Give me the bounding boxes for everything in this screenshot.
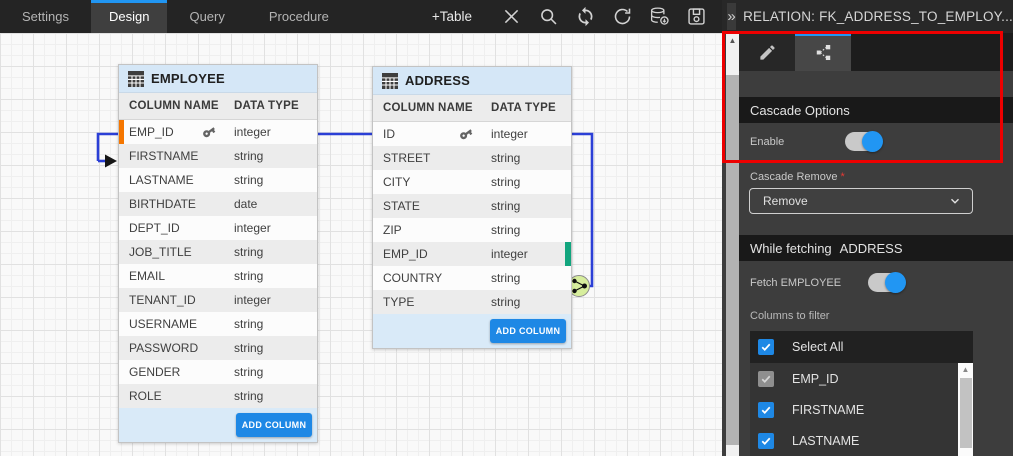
panel-collapse-button[interactable]: » [727,3,736,30]
select-all-row[interactable]: Select All [750,331,973,363]
enable-label: Enable [750,136,784,148]
table-row[interactable]: EMAILstring [119,264,317,288]
table-row-fk-emp-id[interactable]: EMP_ID integer [373,242,571,266]
table-row[interactable]: BIRTHDATEdate [119,192,317,216]
table-row[interactable]: STATEstring [373,194,571,218]
toolbar: +Table [432,0,722,33]
entity-title: EMPLOYEE [151,71,225,86]
relation-title: RELATION: FK_ADDRESS_TO_EMPLOY... [743,9,1013,24]
tab-relation-settings[interactable] [795,33,851,71]
tab-edit-relation[interactable] [739,33,795,71]
pk-row-marker [119,120,124,144]
entity-employee[interactable]: EMPLOYEE COLUMN NAME DATA TYPE EMP_ID in… [118,64,318,443]
add-column-button[interactable]: ADD COLUMN [490,319,566,343]
table-row[interactable]: ROLEstring [119,384,317,408]
cascade-remove-select[interactable]: Remove [749,188,973,214]
add-table-button[interactable]: +Table [432,9,472,24]
table-row[interactable]: PASSWORDstring [119,336,317,360]
properties-panel: » RELATION: FK_ADDRESS_TO_EMPLOY... ▲ [722,0,1013,456]
table-row[interactable]: ZIPstring [373,218,571,242]
diagram-canvas[interactable] [0,33,727,456]
entity-address-header[interactable]: ADDRESS [373,67,571,95]
save-icon[interactable] [684,5,708,29]
app-window: Settings Design Query Procedure +Table [0,0,1013,456]
tab-settings[interactable]: Settings [0,0,91,33]
cascade-remove-label: Cascade Remove * [750,171,845,183]
close-icon[interactable] [499,5,523,29]
panel-titlebar: » RELATION: FK_ADDRESS_TO_EMPLOY... [722,0,1013,33]
checkbox-disabled-icon [758,371,774,387]
scrollbar-thumb[interactable] [960,378,972,448]
filter-item-lastname[interactable]: LASTNAME [750,425,973,456]
filter-list-scrollbar[interactable]: ▲ [958,363,973,456]
column-header-row: COLUMN NAME DATA TYPE [373,95,571,122]
export-database-icon[interactable] [647,5,671,29]
relation-connector-line[interactable] [0,33,727,456]
cascade-enable-toggle[interactable] [845,132,882,151]
table-icon [128,71,144,87]
tab-procedure[interactable]: Procedure [247,0,351,33]
entity-employee-header[interactable]: EMPLOYEE [119,65,317,93]
table-row[interactable]: DEPT_IDinteger [119,216,317,240]
columns-filter-list: Select All EMP_ID FIRSTNAME LASTNAME [750,331,973,456]
primary-key-icon [199,122,219,142]
panel-scrollbar[interactable]: ▲ [726,33,739,456]
table-row-emp-id[interactable]: EMP_ID integer [119,120,317,144]
entity-address[interactable]: ADDRESS COLUMN NAME DATA TYPE ID integer… [372,66,572,349]
primary-key-icon [456,124,476,144]
fk-row-marker [565,242,571,266]
fetch-employee-toggle[interactable] [868,273,905,292]
refresh-icon[interactable] [610,5,634,29]
table-icon [382,73,398,89]
table-row[interactable]: JOB_TITLEstring [119,240,317,264]
table-row[interactable]: STREETstring [373,146,571,170]
table-row[interactable]: TYPEstring [373,290,571,314]
search-icon[interactable] [536,5,560,29]
column-header-row: COLUMN NAME DATA TYPE [119,93,317,120]
table-row[interactable]: TENANT_IDinteger [119,288,317,312]
add-column-button[interactable]: ADD COLUMN [236,413,312,437]
filter-item-firstname[interactable]: FIRSTNAME [750,394,973,425]
top-menu-bar: Settings Design Query Procedure +Table [0,0,722,33]
scroll-up-icon[interactable]: ▲ [958,363,973,376]
panel-tabs [739,33,1013,71]
checkbox-checked-icon[interactable] [758,402,774,418]
checkbox-checked-icon[interactable] [758,433,774,449]
while-fetching-header: While fetching ADDRESS [739,235,1013,261]
relation-icon [814,43,833,62]
entity-footer: ADD COLUMN [373,314,571,348]
columns-to-filter-label: Columns to filter [750,310,829,322]
checkbox-checked-icon[interactable] [758,339,774,355]
table-row[interactable]: GENDERstring [119,360,317,384]
sync-icon[interactable] [573,5,597,29]
required-asterisk: * [841,171,845,183]
entity-title: ADDRESS [405,73,470,88]
panel-body: Cascade Options Enable Cascade Remove * … [739,33,1013,456]
relation-arrowhead-icon [105,155,117,168]
chevron-down-icon [948,194,962,208]
entity-footer: ADD COLUMN [119,408,317,442]
table-row[interactable]: FIRSTNAMEstring [119,144,317,168]
table-row[interactable]: LASTNAMEstring [119,168,317,192]
scroll-up-icon[interactable]: ▲ [726,33,739,47]
table-row[interactable]: COUNTRYstring [373,266,571,290]
pencil-icon [758,43,777,62]
tab-query[interactable]: Query [167,0,246,33]
table-row[interactable]: USERNAMEstring [119,312,317,336]
fetch-employee-label: Fetch EMPLOYEE [750,277,841,289]
tab-design[interactable]: Design [91,0,167,33]
table-row-id[interactable]: ID integer [373,122,571,146]
scrollbar-thumb[interactable] [726,75,739,445]
cascade-options-header: Cascade Options [739,97,1013,123]
table-row[interactable]: CITYstring [373,170,571,194]
filter-item-emp-id[interactable]: EMP_ID [750,363,973,394]
